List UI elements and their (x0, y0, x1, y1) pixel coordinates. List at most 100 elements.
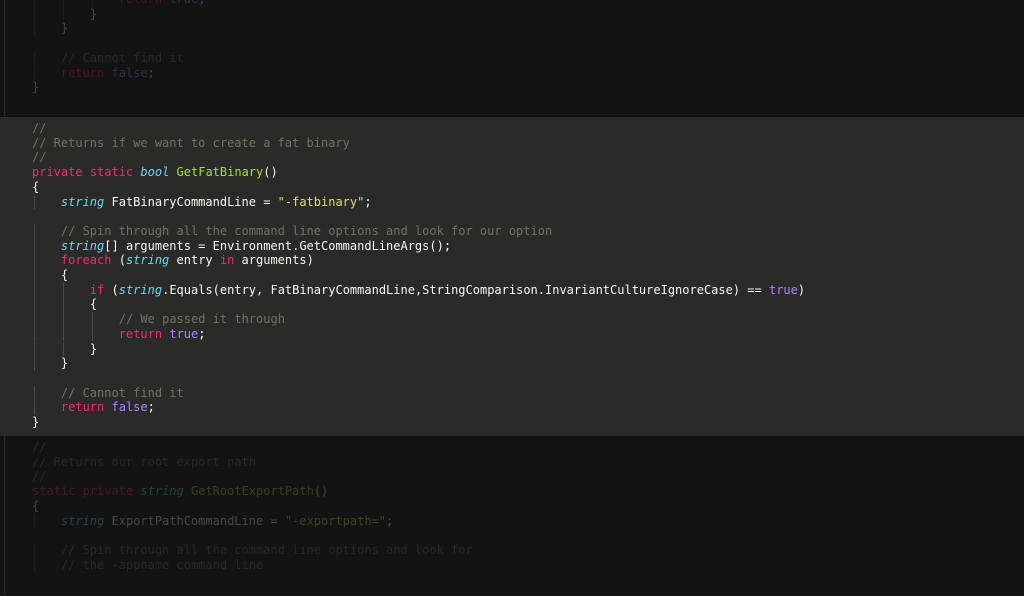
code-line[interactable]: // the -appname command line (61, 558, 263, 573)
code-token: GetFatBinary (176, 165, 264, 180)
indent-guide (62, 326, 64, 342)
code-line[interactable]: // We passed it through (119, 312, 285, 327)
indent-guide (62, 297, 64, 313)
indent-guide (34, 238, 35, 254)
code-line[interactable]: // Cannot find it (61, 51, 184, 66)
code-token: // (32, 150, 47, 165)
code-token: string (60, 238, 105, 253)
code-line[interactable]: string[] arguments = Environment.GetComm… (61, 239, 451, 254)
code-line[interactable]: { (61, 268, 68, 283)
code-token: } (60, 356, 69, 371)
code-line[interactable]: // (32, 150, 46, 165)
code-line[interactable]: static private string GetRootExportPath(… (32, 484, 328, 499)
code-token: true (169, 0, 198, 6)
code-line[interactable]: return false; (61, 66, 155, 81)
code-line[interactable]: return true; (119, 327, 206, 342)
code-line[interactable]: { (90, 297, 97, 312)
code-line[interactable]: string FatBinaryCommandLine = "-fatbinar… (61, 195, 372, 210)
code-token: // Spin through all the command line opt… (60, 223, 553, 238)
indent-guide (62, 282, 64, 298)
code-token: { (60, 268, 69, 282)
code-token: ; (364, 194, 372, 209)
code-line[interactable]: foreach (string entry in arguments) (61, 253, 314, 268)
code-line[interactable]: } (61, 356, 68, 371)
code-line[interactable]: // Returns if we want to create a fat bi… (32, 136, 350, 151)
code-block-above: return true;}} // Cannot find itreturn fa… (0, 0, 1024, 116)
code-line[interactable]: // (32, 121, 46, 136)
code-token: () (263, 165, 278, 180)
code-token: string (60, 513, 105, 528)
code-line[interactable]: } (90, 7, 97, 22)
code-token: { (32, 179, 40, 194)
code-token: return (60, 65, 105, 80)
indent-guide (34, 312, 35, 327)
indent-guide (34, 513, 35, 529)
code-token: GetRootExportPath (191, 484, 314, 499)
indent-guide (62, 0, 64, 7)
indent-guide (34, 385, 35, 401)
code-token: string (125, 253, 170, 268)
code-line[interactable]: // Returns our root export path (32, 455, 256, 470)
code-token: "-exportpath=" (284, 513, 387, 528)
code-line[interactable]: { (32, 180, 39, 195)
indent-guide (91, 312, 93, 327)
code-line[interactable]: // (32, 469, 46, 484)
code-token: ) (797, 282, 806, 297)
code-line[interactable]: } (61, 21, 68, 36)
code-token: true (169, 326, 199, 341)
gutter-line (4, 436, 5, 596)
indent-guide (34, 297, 35, 313)
indent-guide (91, 326, 93, 342)
code-line[interactable]: } (90, 342, 97, 357)
code-token: // Spin through all the command line opt… (60, 542, 473, 557)
code-editor[interactable]: return true;}}// Cannot find itreturn fa… (0, 0, 1024, 596)
code-line[interactable]: string ExportPathCommandLine = "-exportp… (61, 514, 393, 529)
code-line[interactable]: if (string.Equals(entry, FatBinaryComman… (90, 283, 805, 298)
code-line[interactable]: } (32, 415, 39, 430)
code-token: bool (140, 165, 170, 180)
code-token: // (32, 440, 47, 454)
code-line[interactable]: return true; (119, 0, 206, 7)
code-line[interactable]: return false; (61, 400, 155, 415)
code-token: } (60, 21, 69, 36)
code-line[interactable]: private static bool GetFatBinary() (32, 165, 278, 180)
code-line[interactable]: { (32, 499, 39, 514)
code-line[interactable]: // (32, 440, 46, 455)
code-token: { (32, 498, 40, 513)
indent-guide (34, 356, 35, 371)
indent-guide (34, 65, 35, 81)
code-token: // (32, 121, 47, 135)
indent-guide (34, 6, 35, 22)
code-token: { (89, 297, 98, 312)
code-token: // We passed it through (118, 312, 285, 327)
indent-guide (34, 326, 35, 342)
code-token: true (768, 282, 798, 297)
code-token: FatBinaryCommandLine = (104, 194, 278, 209)
code-line[interactable]: // Spin through all the command line opt… (61, 543, 473, 558)
indent-guide (91, 0, 93, 7)
gutter-line (4, 0, 5, 116)
indent-guide (34, 223, 35, 239)
indent-guide (34, 282, 35, 298)
code-line[interactable]: // Spin through all the command line opt… (61, 224, 552, 239)
code-token: arguments) (234, 253, 314, 268)
code-line[interactable]: } (32, 80, 39, 95)
code-line[interactable]: // Cannot find it (61, 386, 184, 401)
code-token: false (111, 400, 148, 415)
code-token: ( (104, 282, 119, 297)
indent-guide (34, 400, 35, 415)
code-token: ExportPathCommandLine = (104, 513, 285, 528)
indent-guide (34, 253, 35, 268)
code-token: ; (198, 326, 206, 341)
indent-guide (62, 6, 64, 22)
code-token: ( (111, 253, 126, 268)
code-token: [] arguments = Environment.GetCommandLin… (104, 238, 452, 253)
code-token: } (32, 415, 40, 429)
gutter-line (4, 117, 5, 436)
